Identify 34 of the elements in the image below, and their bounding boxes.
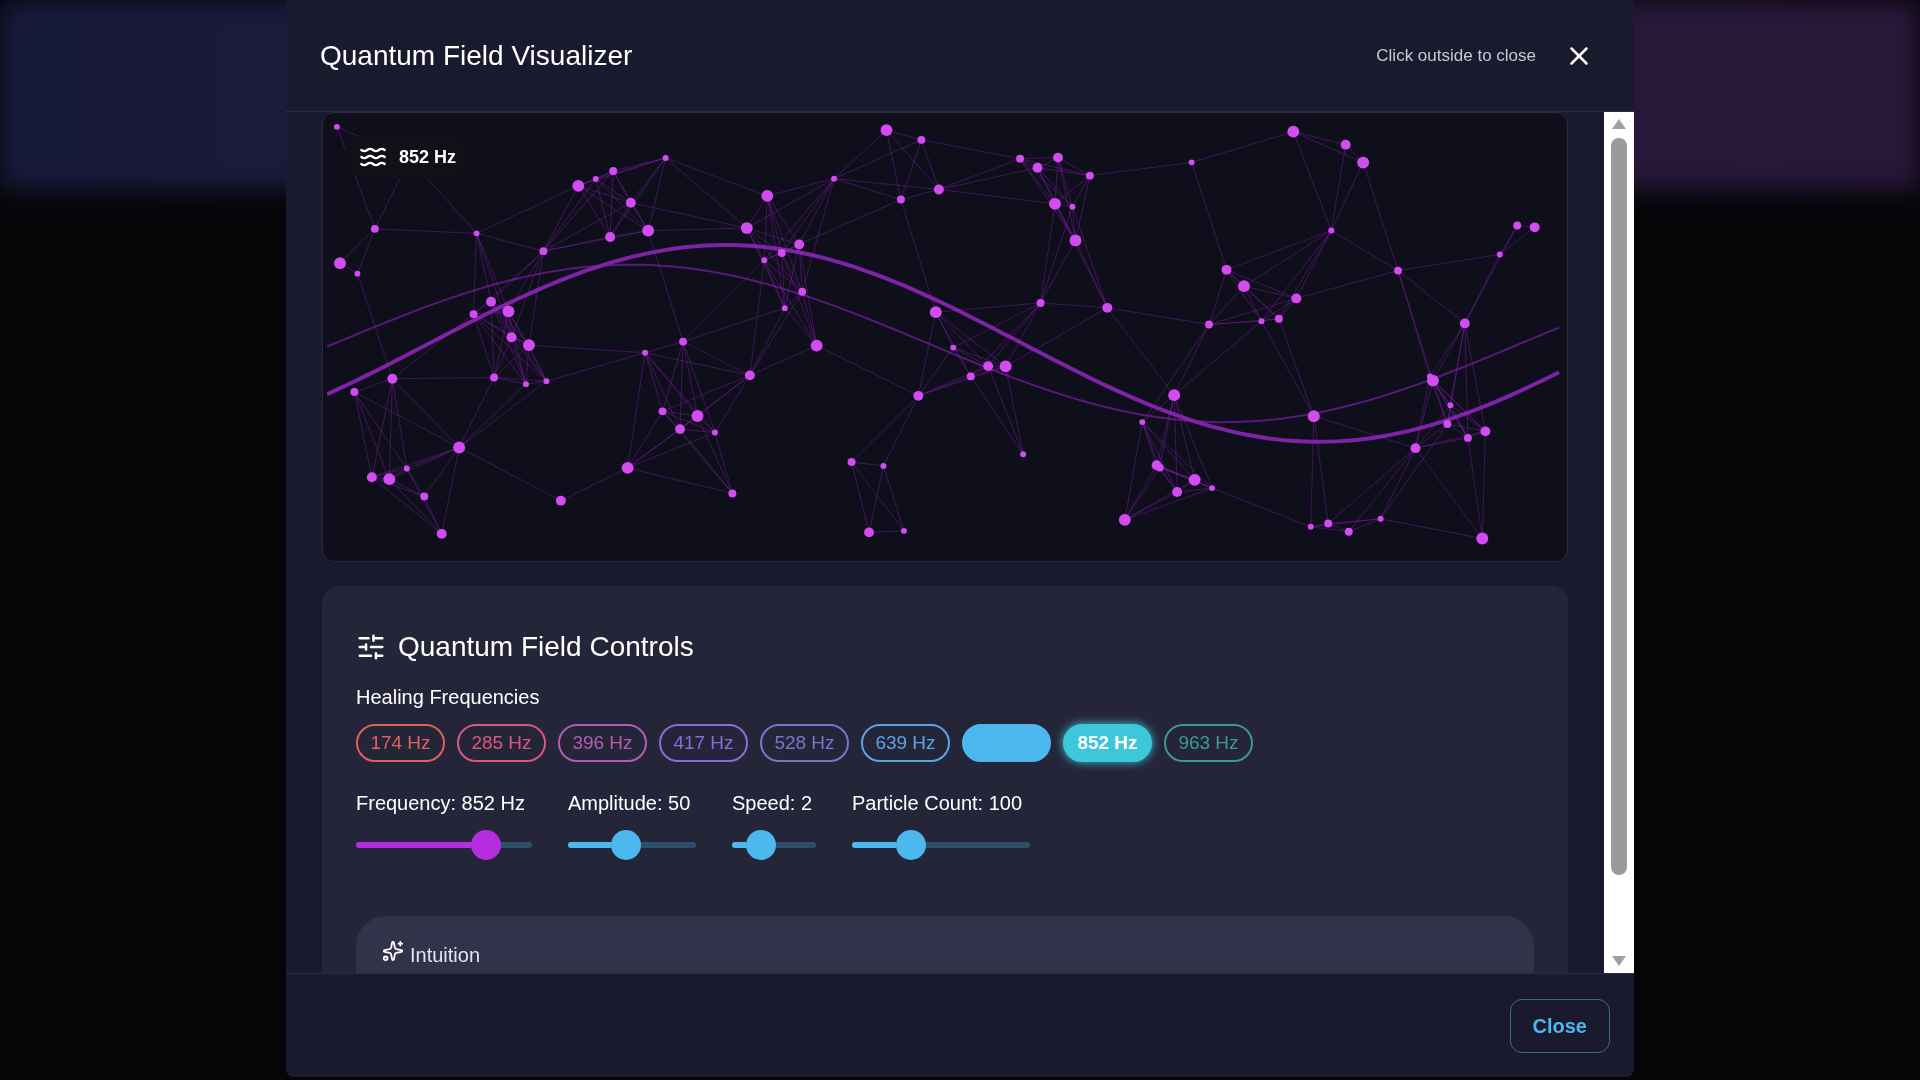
slider-label: Speed: 2 bbox=[732, 791, 814, 816]
close-hint: Click outside to close bbox=[1376, 44, 1536, 67]
slider-thumb[interactable] bbox=[746, 830, 777, 860]
slider-label: Amplitude: 50 bbox=[568, 791, 692, 816]
slider[interactable] bbox=[732, 830, 816, 860]
frequency-chip[interactable]: 396 Hz bbox=[558, 724, 647, 762]
slider[interactable] bbox=[568, 830, 696, 860]
sparkle-icon bbox=[382, 940, 404, 962]
slider-label: Particle Count: 100 bbox=[852, 791, 1024, 816]
intuition-section[interactable]: Intuition bbox=[356, 916, 1534, 973]
close-button[interactable]: Close bbox=[1509, 998, 1610, 1053]
frequency-chip[interactable]: 417 Hz bbox=[659, 724, 748, 762]
window-title: Quantum Field Visualizer bbox=[320, 38, 633, 73]
sliders-icon bbox=[356, 632, 386, 662]
badge-text: 852 Hz bbox=[399, 145, 457, 169]
slider[interactable] bbox=[356, 830, 532, 860]
scrollbar[interactable] bbox=[1604, 112, 1634, 973]
frequency-chip[interactable]: 174 Hz bbox=[356, 724, 445, 762]
frequency-chip[interactable]: 639 Hz bbox=[861, 724, 950, 762]
scroll-down-icon[interactable] bbox=[1611, 955, 1627, 967]
frequency-chip[interactable]: 528 Hz bbox=[760, 724, 849, 762]
scrollbar-thumb[interactable] bbox=[1611, 138, 1627, 875]
slider-thumb[interactable] bbox=[610, 830, 641, 860]
frequency-chip[interactable] bbox=[962, 724, 1051, 762]
slider-thumb[interactable] bbox=[895, 830, 926, 860]
slider-label: Frequency: 852 Hz bbox=[356, 791, 526, 816]
slider-thumb[interactable] bbox=[471, 830, 502, 860]
section-label: Healing Frequencies bbox=[356, 685, 541, 710]
section-title: Intuition bbox=[410, 943, 481, 968]
scroll-up-icon[interactable] bbox=[1611, 118, 1627, 130]
frequency-chip[interactable]: 285 Hz bbox=[457, 724, 546, 762]
frequency-chip[interactable]: 963 Hz bbox=[1164, 724, 1253, 762]
panel-title: Quantum Field Controls bbox=[398, 630, 694, 664]
slider[interactable] bbox=[852, 830, 1030, 860]
